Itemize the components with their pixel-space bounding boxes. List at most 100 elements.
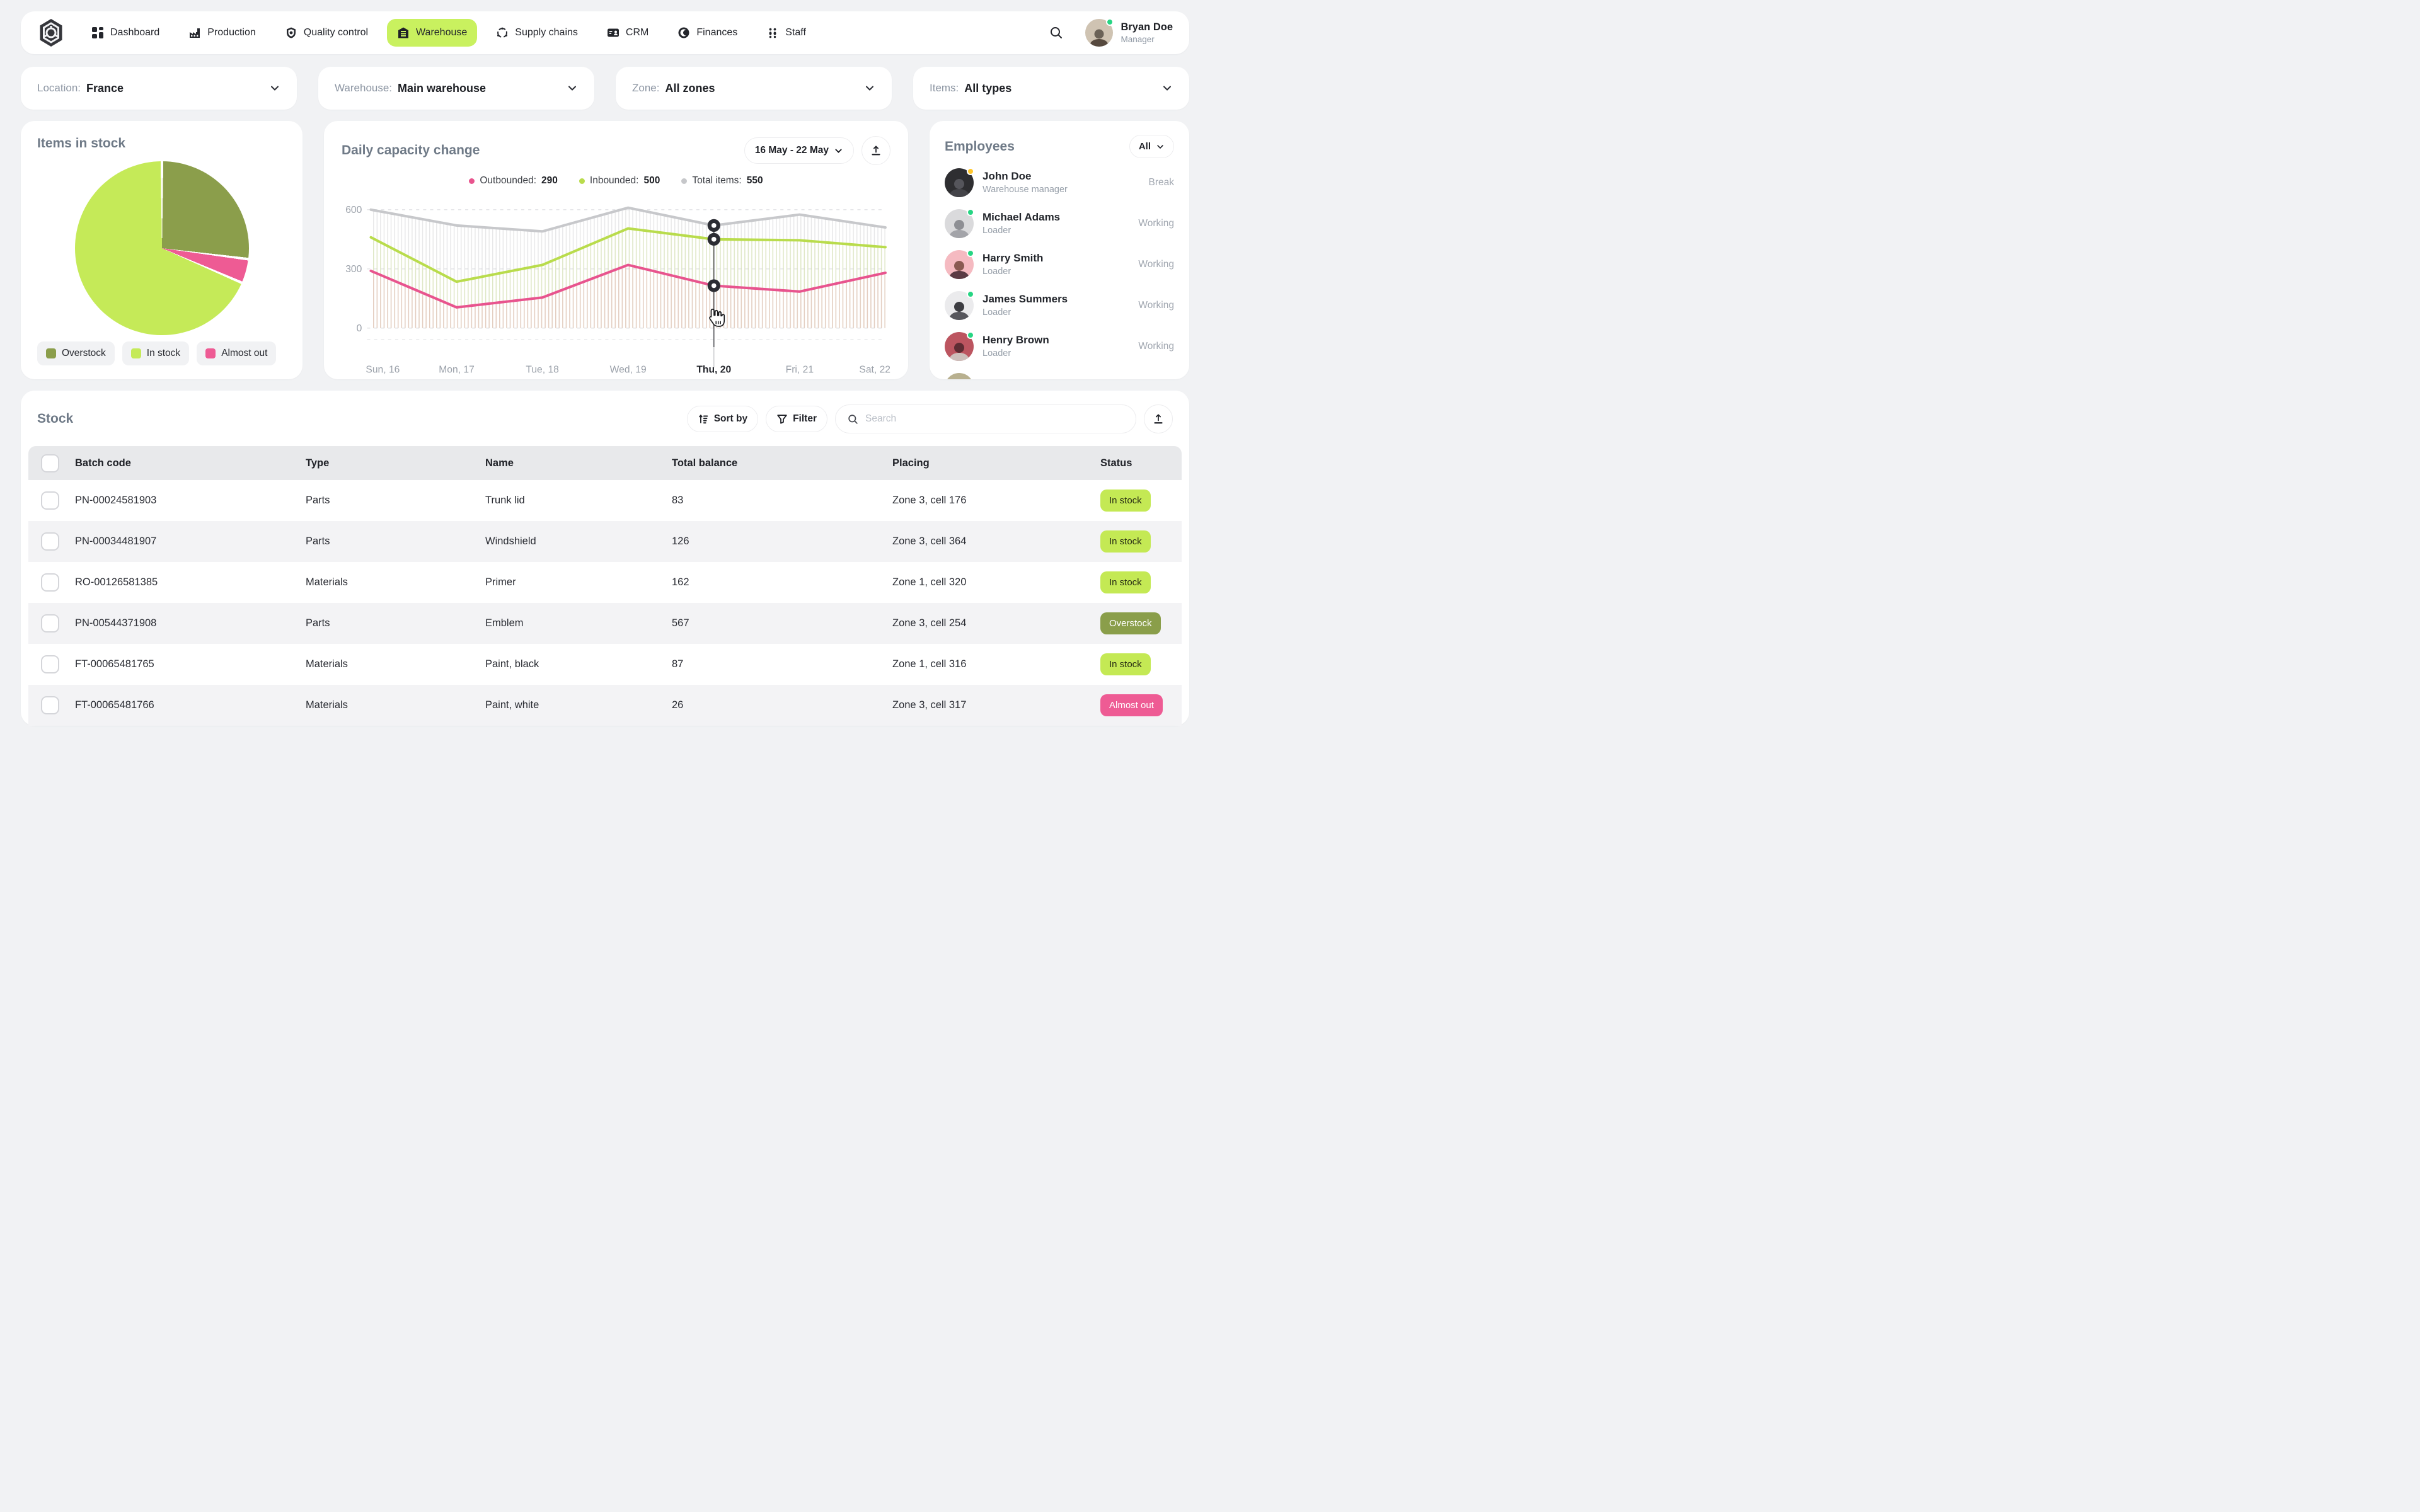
legend-inbounded: Inbounded: 500 (579, 175, 660, 186)
svg-text:300: 300 (345, 264, 362, 275)
nav-item-label: Supply chains (515, 27, 578, 38)
filter-label: Items: (930, 82, 959, 94)
coin-icon (678, 27, 689, 38)
filter-items[interactable]: Items: All types (913, 67, 1189, 110)
top-nav-bar: Dashboard Production Quality control War… (21, 11, 1189, 54)
legend-label: Almost out (221, 348, 268, 358)
date-range-value: 16 May - 22 May (754, 145, 829, 156)
nav-item-dashboard[interactable]: Dashboard (81, 19, 170, 47)
logo-icon (40, 19, 62, 47)
cell-type: Materials (306, 699, 348, 711)
list-item[interactable]: James Summers Loader Working (945, 285, 1174, 326)
status-badge: In stock (1100, 653, 1151, 675)
user-menu[interactable]: Bryan Doe Manager (1085, 18, 1173, 47)
cell-batch-code: FT-00065481765 (75, 658, 154, 670)
employees-filter-dropdown[interactable]: All (1129, 135, 1174, 158)
nav-item-crm[interactable]: CRM (597, 19, 659, 47)
export-table-button[interactable] (1144, 404, 1173, 433)
nav-item-label: Finances (696, 27, 738, 38)
legend-item-almost-out[interactable]: Almost out (197, 341, 277, 365)
sort-by-button[interactable]: Sort by (686, 406, 759, 432)
table-row[interactable]: PN-00034481907 Parts Windshield 126 Zone… (28, 521, 1182, 562)
legend-label: Inbounded: (589, 175, 639, 186)
filter-value: All types (964, 81, 1012, 94)
section-title: Stock (37, 411, 74, 426)
search-input[interactable] (865, 413, 1124, 425)
grid-icon (92, 27, 103, 38)
nav-item-supply-chains[interactable]: Supply chains (486, 19, 588, 47)
cell-placing: Zone 3, cell 254 (892, 617, 967, 629)
column-header: Batch code (75, 457, 131, 469)
filter-button[interactable]: Filter (766, 406, 827, 432)
export-button[interactable] (861, 136, 890, 165)
status-badge: In stock (1100, 530, 1151, 553)
shield-icon (286, 27, 296, 38)
people-icon (769, 28, 776, 38)
employee-status-dot (967, 208, 974, 216)
filter-zone[interactable]: Zone: All zones (616, 67, 892, 110)
employee-role: Loader (982, 348, 1011, 358)
row-checkbox[interactable] (41, 532, 59, 551)
row-checkbox[interactable] (41, 696, 59, 714)
avatar (945, 290, 974, 320)
cell-placing: Zone 3, cell 176 (892, 495, 967, 506)
cell-type: Parts (306, 617, 330, 629)
column-header: Type (306, 457, 330, 469)
main-menu: Dashboard Production Quality control War… (81, 19, 816, 47)
select-all-checkbox[interactable] (41, 454, 59, 472)
filter-location[interactable]: Location: France (21, 67, 297, 110)
stock-table: Batch code Type Name Total balance Placi… (28, 446, 1182, 726)
sort-by-label: Sort by (713, 413, 748, 424)
filter-warehouse[interactable]: Warehouse: Main warehouse (318, 67, 594, 110)
items-in-stock-pie-chart[interactable] (74, 161, 249, 335)
daily-capacity-line-chart[interactable]: 600 300 0 Sun, 16 Mon, 17 Tue, 18 Wed, 19 Thu, … (342, 188, 890, 379)
row-checkbox[interactable] (41, 655, 59, 673)
nav-item-finances[interactable]: Finances (667, 19, 747, 47)
legend-item-in-stock[interactable]: In stock (122, 341, 190, 365)
legend-swatch (46, 348, 56, 358)
table-row[interactable]: RO-00126581385 Materials Primer 162 Zone… (28, 562, 1182, 603)
legend-label: Overstock (62, 348, 106, 358)
cell-batch-code: FT-00065481766 (75, 699, 154, 711)
filter-row: Location: France Warehouse: Main warehou… (21, 67, 1189, 110)
nav-item-production[interactable]: Production (178, 19, 266, 47)
row-checkbox[interactable] (41, 614, 59, 633)
search-icon (848, 414, 858, 424)
search-icon[interactable] (1049, 25, 1064, 40)
filter-value: All zones (665, 81, 715, 94)
user-name: Bryan Doe (1121, 21, 1173, 33)
legend-value: 290 (541, 175, 558, 186)
chevron-down-icon (1157, 144, 1163, 149)
nav-item-label: Staff (785, 27, 806, 38)
date-range-selector[interactable]: 16 May - 22 May (744, 137, 854, 164)
stock-section: Stock Sort by Filter Search Batch code T… (21, 391, 1189, 726)
employees-card: Employees All John Doe Warehouse manager (930, 121, 1189, 379)
nav-item-staff[interactable]: Staff (756, 19, 816, 47)
nav-item-warehouse[interactable]: Warehouse (387, 19, 478, 47)
topbar-right: Bryan Doe Manager (1049, 18, 1173, 47)
row-checkbox[interactable] (41, 491, 59, 510)
list-item[interactable]: John Doe Warehouse manager Break (945, 162, 1174, 203)
card-title: Employees (945, 139, 1015, 154)
legend-item-overstock[interactable]: Overstock (37, 341, 115, 365)
legend-value: 500 (643, 175, 660, 186)
list-item[interactable]: Henry Brown Loader Working (945, 326, 1174, 367)
nav-item-quality-control[interactable]: Quality control (275, 19, 378, 47)
table-row[interactable]: FT-00065481765 Materials Paint, black 87… (28, 644, 1182, 685)
funnel-icon (777, 415, 787, 424)
list-item[interactable]: Michael Adams Loader Working (945, 203, 1174, 244)
nav-item-label: CRM (625, 27, 649, 38)
list-item[interactable]: Harry Smith Loader Working (945, 244, 1174, 285)
chevron-down-icon (568, 86, 576, 91)
employee-name: James Summers (982, 293, 1068, 305)
table-row[interactable]: PN-00544371908 Parts Emblem 567 Zone 3, … (28, 603, 1182, 644)
row-checkbox[interactable] (41, 573, 59, 592)
table-row[interactable]: FT-00065481766 Materials Paint, white 26… (28, 685, 1182, 726)
table-row[interactable]: PN-00024581903 Parts Trunk lid 83 Zone 3… (28, 480, 1182, 521)
cell-placing: Zone 3, cell 364 (892, 536, 967, 547)
app-logo[interactable] (37, 18, 65, 48)
employee-name: Henry Brown (982, 334, 1049, 346)
svg-text:Thu, 20: Thu, 20 (696, 365, 731, 375)
filter-value: France (86, 81, 124, 94)
sort-icon (698, 415, 708, 424)
